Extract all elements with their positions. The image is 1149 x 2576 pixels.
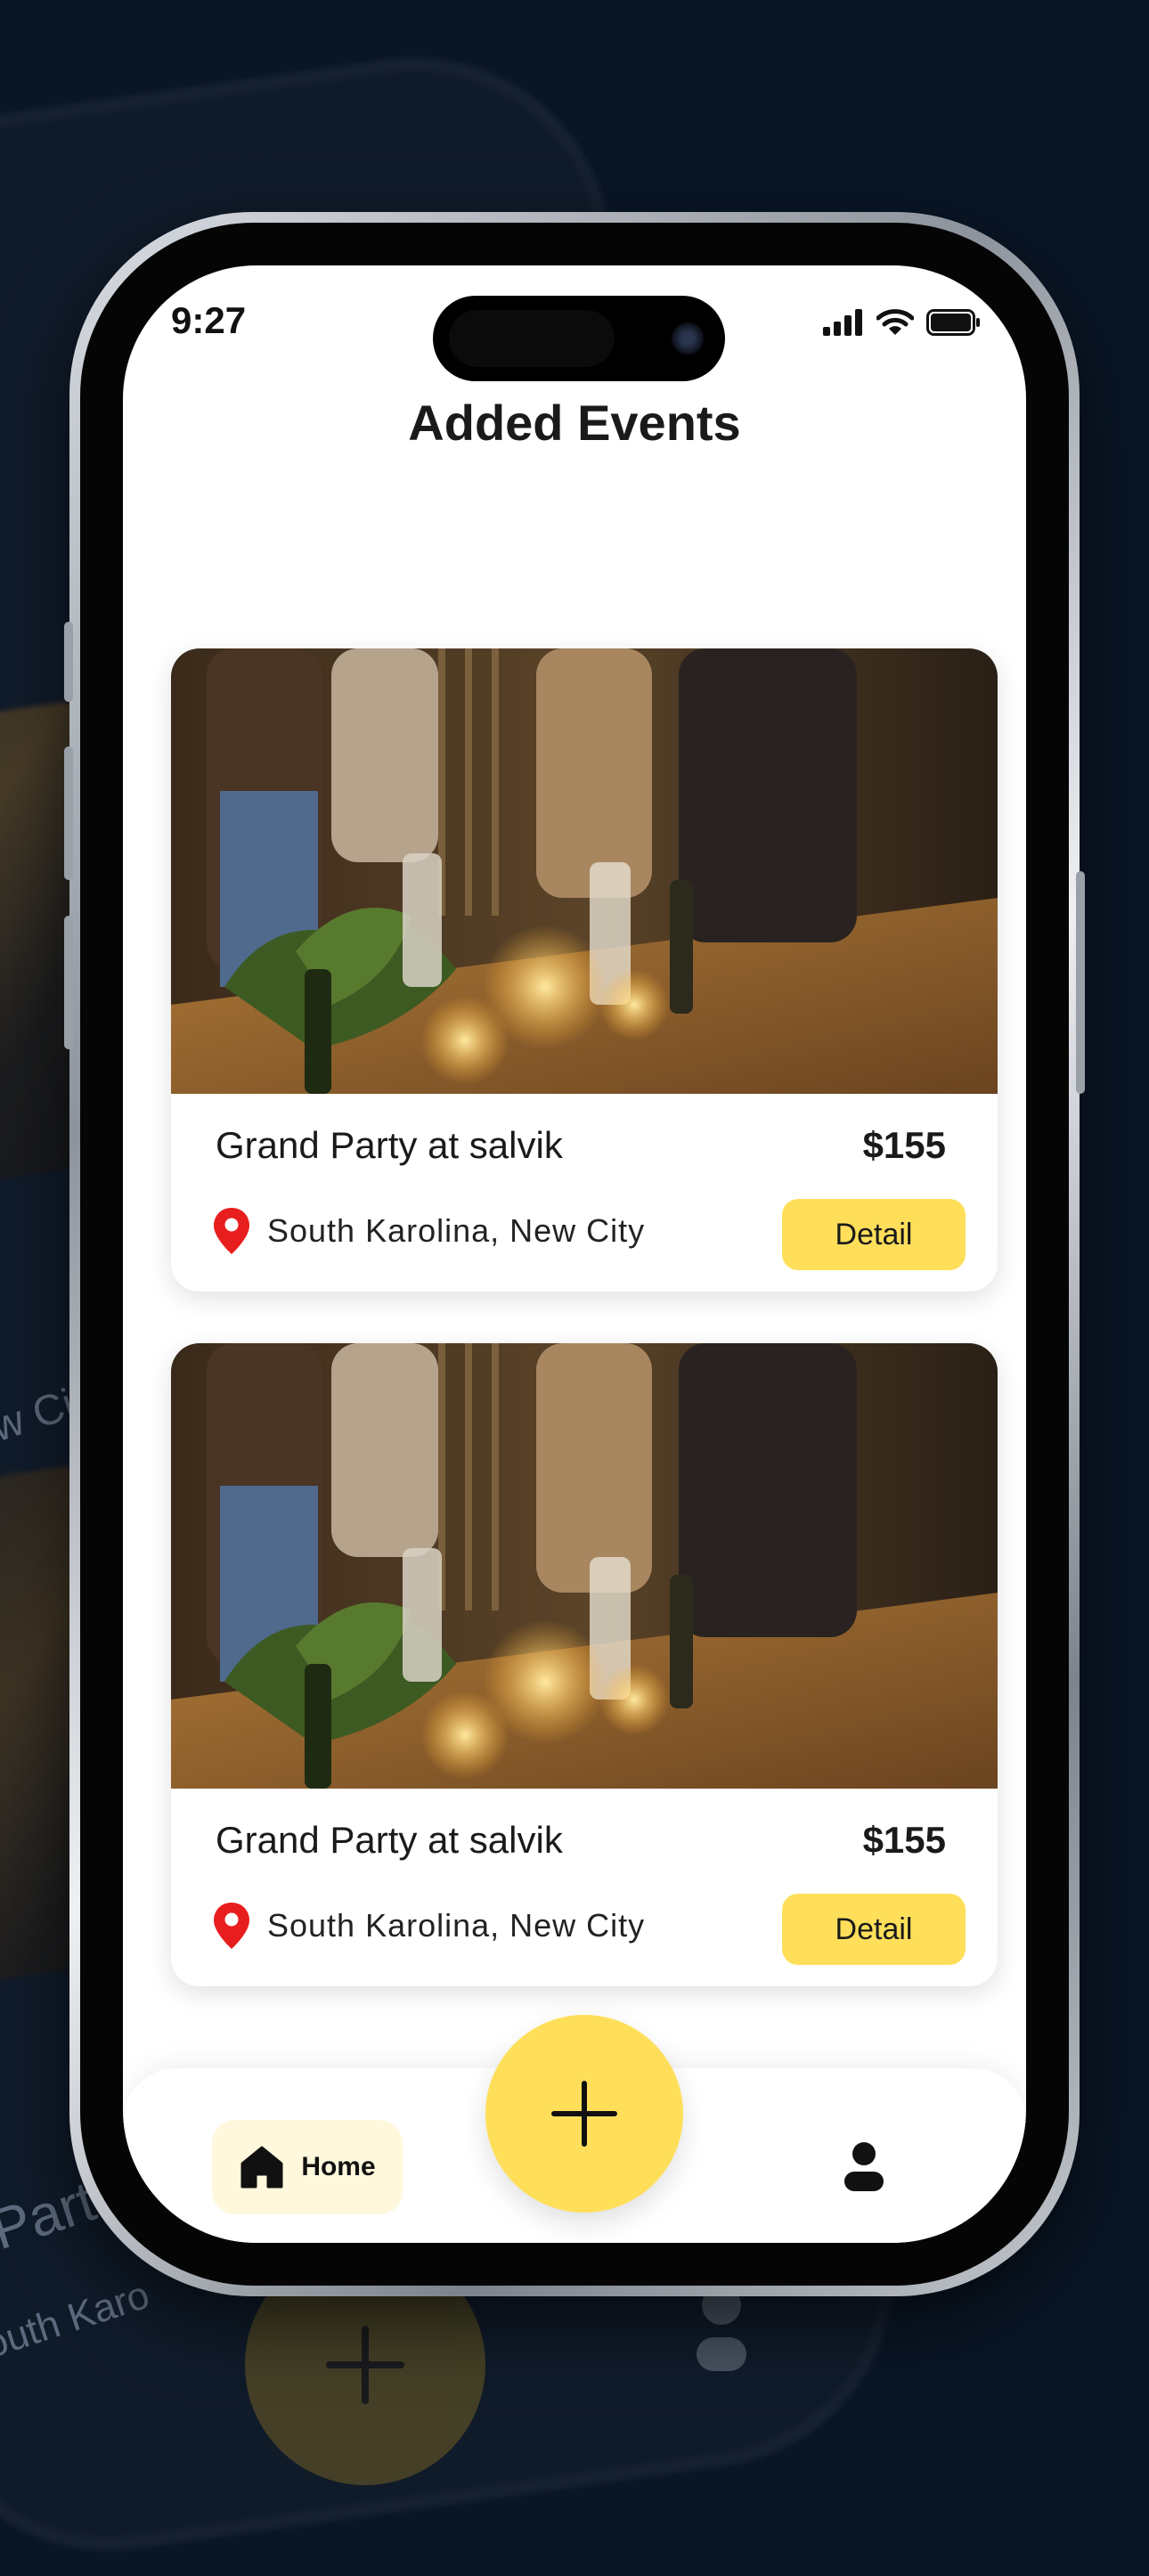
event-title: Grand Party at salvik [216,1124,563,1166]
event-location-text: South Karolina, New City [267,1212,646,1249]
volume-up-button [64,746,73,880]
battery-icon [926,309,980,336]
dynamic-island [433,296,725,381]
nav-tab-home[interactable]: Home [212,2120,403,2214]
wifi-icon [876,309,914,335]
event-image [171,1343,998,1789]
event-image [171,648,998,1094]
event-card[interactable]: Grand Party at salvik $155 South Karolin… [171,1343,998,1986]
page-title: Added Events [408,395,741,451]
event-card[interactable]: Grand Party at salvik $155 South Karolin… [171,648,998,1292]
app-screen: 9:27 Added Events Grand Party at salvik … [123,265,1026,2243]
phone-bezel: 9:27 Added Events Grand Party at salvik … [80,223,1069,2286]
person-icon[interactable] [843,2140,885,2193]
camera-icon [672,322,704,355]
status-time: 9:27 [171,299,247,341]
plus-icon [551,2081,617,2147]
event-title: Grand Party at salvik [216,1819,563,1861]
detail-button[interactable]: Detail [782,1199,966,1270]
add-event-button[interactable] [485,2015,683,2213]
side-button [64,622,73,702]
detail-button[interactable]: Detail [782,1894,966,1965]
signal-icon [823,309,862,336]
island-sensor [449,310,615,367]
location-pin-icon [214,1208,249,1254]
phone-frame: 9:27 Added Events Grand Party at salvik … [64,212,1085,2296]
event-price: $155 [862,1819,946,1861]
status-icons [823,308,982,337]
volume-down-button [64,916,73,1049]
location-pin-icon [214,1903,249,1949]
nav-home-label: Home [301,2152,376,2181]
event-location: South Karolina, New City [212,1206,645,1256]
event-location: South Karolina, New City [212,1901,645,1951]
home-icon [240,2146,283,2189]
event-price: $155 [862,1124,946,1166]
event-location-text: South Karolina, New City [267,1907,646,1944]
power-button [1076,871,1085,1094]
